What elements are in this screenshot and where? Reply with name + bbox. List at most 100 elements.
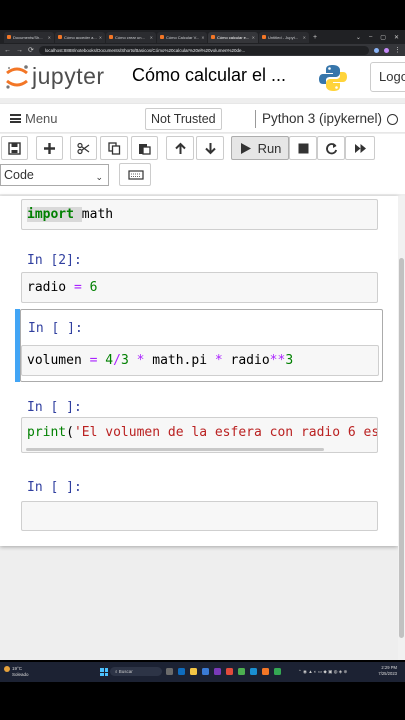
notebook-container: import math In [2]: radio = 6 In [ ]: vo…: [0, 196, 398, 546]
restart-run-all-button[interactable]: [345, 136, 375, 160]
code-token-name: math: [81, 207, 114, 222]
url-field[interactable]: localhost:8888/notebooks/Documents/Short…: [38, 45, 369, 55]
cell-prompt: In [ ]:: [27, 480, 82, 495]
edge-icon[interactable]: [178, 668, 185, 675]
scissors-icon: [77, 142, 90, 154]
notebook-title[interactable]: Cómo calcular el ...: [132, 65, 286, 86]
divider: [255, 110, 256, 128]
browser-tab[interactable]: Untitled - Jupyt... ✕: [259, 31, 309, 43]
app-icon[interactable]: [226, 668, 233, 675]
cell-input[interactable]: print('El volumen de la esfera con radio…: [21, 417, 378, 453]
arrow-up-icon: [174, 142, 186, 154]
jupyter-logo-icon: [6, 64, 28, 89]
tab-favicon-icon: [7, 35, 11, 39]
app-icon[interactable]: [262, 668, 269, 675]
taskbar-clock[interactable]: 2:29 PM 7/25/2023: [378, 665, 397, 677]
vscode-icon[interactable]: [250, 668, 257, 675]
stop-icon: [298, 143, 308, 153]
browser-tab[interactable]: Documents/Sh... ✕: [4, 31, 54, 43]
chrome-icon[interactable]: [274, 668, 281, 675]
paste-button[interactable]: [131, 136, 158, 160]
forward-icon[interactable]: →: [16, 47, 23, 54]
command-palette-button[interactable]: [119, 163, 151, 186]
close-tab-icon[interactable]: ✕: [150, 32, 153, 43]
kernel-idle-indicator-icon: [387, 114, 398, 125]
profile-icon[interactable]: [384, 47, 389, 53]
windows-start-icon[interactable]: [100, 668, 108, 676]
system-tray[interactable]: ⌃ ◉ ▲ ◐ ▭ ◆ ▣ ◍ ◈ ⊕: [298, 669, 347, 675]
code-cell-selected[interactable]: In [ ]: volumen = 4/3 * math.pi * radio*…: [20, 309, 383, 382]
extension-icon[interactable]: [374, 47, 379, 53]
close-tab-icon[interactable]: ✕: [201, 32, 204, 43]
jupyter-logo[interactable]: jupyter: [4, 63, 105, 90]
copy-icon: [107, 141, 120, 155]
move-down-button[interactable]: [196, 136, 224, 160]
browser-tab[interactable]: Cómo acceder a... ✕: [55, 31, 105, 43]
maximize-icon[interactable]: ▢: [380, 34, 386, 41]
store-icon[interactable]: [202, 668, 209, 675]
jupyter-logo-text: jupyter: [32, 63, 105, 89]
save-icon: [8, 141, 21, 155]
run-label: Run: [257, 140, 282, 156]
hamburger-icon: [10, 114, 21, 123]
cell-code: radio = 6: [27, 280, 98, 295]
file-explorer-icon[interactable]: [190, 668, 197, 675]
cell-input[interactable]: volumen = 4/3 * math.pi * radio**3: [21, 345, 379, 376]
cell-prompt: In [2]:: [27, 253, 82, 268]
keyboard-icon: [128, 170, 144, 180]
python-logo-icon: [319, 65, 347, 91]
restart-icon: [325, 142, 337, 154]
save-button[interactable]: [1, 136, 28, 160]
kernel-name[interactable]: Python 3 (ipykernel): [262, 111, 382, 126]
browser-tab-bar: Documents/Sh... ✕ Cómo acceder a... ✕ Cómo…: [0, 30, 405, 44]
app-icon[interactable]: [238, 668, 245, 675]
cut-button[interactable]: [70, 136, 97, 160]
more-icon[interactable]: ⋮: [394, 46, 401, 54]
cell-code: print('El volumen de la esfera con radio…: [27, 425, 378, 440]
menu-button[interactable]: Menu: [10, 111, 58, 126]
move-up-button[interactable]: [166, 136, 194, 160]
new-tab-icon[interactable]: +: [310, 34, 320, 41]
screen: Documents/Sh... ✕ Cómo acceder a... ✕ Cómo…: [0, 0, 405, 720]
browser-tab-active[interactable]: Cómo calcular e... ✕: [208, 31, 258, 43]
insert-cell-button[interactable]: [36, 136, 63, 160]
close-tab-icon[interactable]: ✕: [48, 32, 51, 43]
task-view-icon[interactable]: [166, 668, 173, 675]
taskbar-search[interactable]: ⌕ Buscar: [110, 667, 162, 676]
tab-label: Untitled - Jupyt...: [268, 34, 299, 40]
logout-button[interactable]: Logo: [370, 62, 405, 92]
copy-button[interactable]: [100, 136, 128, 160]
cell-type-select[interactable]: Code ⌄: [0, 164, 109, 186]
close-tab-icon[interactable]: ✕: [303, 32, 306, 43]
cell-input[interactable]: [21, 501, 378, 531]
horizontal-scrollbar[interactable]: [26, 448, 324, 451]
trust-button[interactable]: Not Trusted: [145, 108, 222, 130]
paste-icon: [139, 143, 151, 155]
reload-icon[interactable]: ⟳: [28, 46, 34, 54]
scrollbar-thumb[interactable]: [399, 258, 404, 638]
run-button[interactable]: Run: [231, 136, 289, 160]
jupyter-page: jupyter Cómo calcular el ... Logo Menu N…: [0, 56, 405, 660]
plus-icon: [44, 142, 55, 154]
close-tab-icon[interactable]: ✕: [99, 32, 102, 43]
page-scrollbar[interactable]: [398, 196, 405, 660]
app-icon[interactable]: [214, 668, 221, 675]
chevron-down-icon[interactable]: ⌄: [356, 34, 361, 41]
tab-label: Documents/Sh...: [13, 34, 43, 40]
interrupt-button[interactable]: [289, 136, 317, 160]
menu-label: Menu: [25, 111, 58, 126]
cell-input[interactable]: radio = 6: [21, 272, 378, 303]
weather-widget[interactable]: 19°C Soleado: [4, 666, 29, 677]
weather-desc: Soleado: [12, 672, 29, 677]
tab-favicon-icon: [109, 35, 113, 39]
taskbar-search-label: Buscar: [118, 669, 133, 674]
browser-tab[interactable]: Cómo Calcular V... ✕: [157, 31, 207, 43]
close-tab-icon[interactable]: ✕: [252, 32, 255, 43]
browser-tab[interactable]: Cómo crear un... ✕: [106, 31, 156, 43]
restart-button[interactable]: [317, 136, 345, 160]
cell-code: import math: [27, 207, 113, 222]
cell-input[interactable]: import math: [21, 199, 378, 230]
back-icon[interactable]: ←: [4, 47, 11, 54]
minimize-icon[interactable]: –: [369, 34, 372, 41]
close-window-icon[interactable]: ✕: [394, 34, 399, 41]
